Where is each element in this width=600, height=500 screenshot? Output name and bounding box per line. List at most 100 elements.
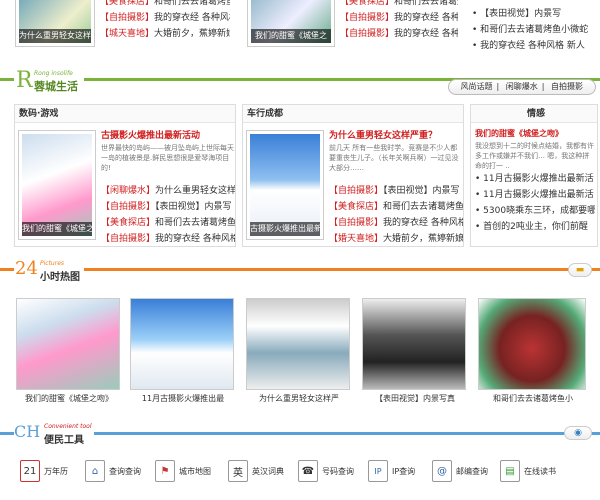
list-item[interactable]: 【美食探店】和哥们去去诸葛烤鱼小: [100, 0, 230, 10]
tab-selfie[interactable]: 自拍摄影: [551, 82, 583, 91]
tool-label: 查询查询: [109, 466, 141, 476]
section-divider: [0, 268, 600, 271]
tool-label: IP查询: [392, 466, 416, 476]
list-item[interactable]: 【闲聊爆水】为什么重男轻女这样严: [101, 183, 235, 199]
tool-label: 城市地图: [179, 466, 211, 476]
logo-en: Convenient tool: [44, 423, 92, 430]
photo-caption: 为什么重男轻女这样: [19, 29, 91, 43]
tool-calendar[interactable]: 21 万年历: [20, 455, 68, 487]
list-item[interactable]: 【自拍摄影】我的穿衣经 各种风格: [101, 231, 235, 247]
photo-caption: 我们的甜蜜《城堡之: [22, 222, 92, 236]
postcode-icon: @: [432, 460, 452, 482]
list-item[interactable]: • 5300晓乘东三环，成都要哪: [475, 203, 595, 219]
top-mid-photo[interactable]: 我们的甜蜜《城堡之: [248, 0, 334, 46]
tool-books[interactable]: ▤ 在线读书: [500, 455, 556, 487]
tool-label: 英汉词典: [252, 466, 284, 476]
photo-caption: 古摄影火爆推出最新: [250, 222, 320, 236]
panel-title: 情感: [471, 105, 597, 123]
panel-content: 为什么重男轻女这样严重？ 前几天 所有一些我时学。竞赛是不少人都要重丧生儿子。（…: [329, 129, 463, 247]
section-logo: CH Convenient tool 便民工具: [14, 421, 94, 447]
list-item[interactable]: 【自拍摄影】我的穿衣经 各种风格 新: [100, 10, 230, 26]
top-right-list: • 【表田视觉】内景写 • 和哥们去去诸葛烤鱼小微蛇 • 我的穿衣经 各种风格 …: [472, 6, 598, 54]
panel-digital-games: 数码·游戏 我们的甜蜜《城堡之 古摄影火爆推出最新活动 世界最快的岛屿——被月坠…: [14, 104, 236, 247]
photo-caption: 我们的甜蜜《城堡之: [251, 29, 331, 43]
section-tabs: 风尚话题 | 闲聊爆水 | 自拍摄影: [447, 79, 596, 95]
books-icon: ▤: [500, 460, 520, 482]
tool-house[interactable]: ⌂ 查询查询: [85, 455, 141, 487]
list-item[interactable]: 【自拍摄影】【表田视觉】内景写: [329, 183, 463, 199]
logo-en: Pictures: [40, 260, 65, 267]
tool-label: 邮编查询: [456, 466, 488, 476]
gallery-caption[interactable]: 【表田视觉】内景写真: [360, 393, 470, 404]
headline[interactable]: 为什么重男轻女这样严重？: [329, 129, 463, 143]
list-item[interactable]: 【自拍摄影】我的穿衣经 各种风格: [340, 10, 458, 26]
gallery-caption[interactable]: 和哥们去去诸葛烤鱼小: [478, 393, 588, 404]
panel-content: 我们的甜蜜《城堡之吻》 我没想到十二的时候点结婚，我都有许多工作或嫌并不我们… …: [475, 127, 595, 235]
logo-en: Rong insolife: [34, 70, 73, 77]
tool-phone[interactable]: ☎ 号码查询: [298, 455, 354, 487]
list-item[interactable]: 【婚天喜地】大婚前夕，蕉婷新娘发: [329, 231, 463, 247]
gallery-photo[interactable]: [362, 298, 466, 390]
list-item[interactable]: • 【表田视觉】内景写: [472, 6, 598, 22]
list-item[interactable]: 【美食探店】和哥们去去诸葛烤鱼小: [101, 215, 235, 231]
gallery-caption[interactable]: 11月古摄影火爆推出最: [128, 393, 238, 404]
list-item[interactable]: • 11月古摄影火爆推出最新活: [475, 187, 595, 203]
tool-dictionary[interactable]: 英 英汉词典: [228, 455, 284, 487]
tool-label: 号码查询: [322, 466, 354, 476]
logo-cn: 便民工具: [44, 435, 84, 446]
list-item[interactable]: • 11月古摄影火爆推出最新活: [475, 171, 595, 187]
tool-label: 万年历: [44, 466, 68, 476]
logo-letter: R: [16, 68, 33, 93]
globe-icon[interactable]: ◉: [564, 426, 592, 440]
top-left-list: 【美食探店】和哥们去去诸葛烤鱼小 【自拍摄影】我的穿衣经 各种风格 新 【城天喜…: [100, 0, 230, 42]
gallery-photo[interactable]: [478, 298, 586, 390]
panel-content: 古摄影火爆推出最新活动 世界最快的岛屿——被月坠岛屿上世际每天一岛的植被景是.鲜…: [101, 129, 235, 247]
tool-label: 在线读书: [524, 466, 556, 476]
gallery-caption[interactable]: 我们的甜蜜《城堡之吻》: [14, 393, 124, 404]
panel-photo[interactable]: 古摄影火爆推出最新: [247, 131, 323, 239]
summary: 世界最快的岛屿——被月坠岛屿上世际每天一岛的植被景是.鲜民思想很是爱琴海项目的!: [101, 144, 234, 172]
panel-cars: 车行成都 古摄影火爆推出最新 为什么重男轻女这样严重？ 前几天 所有一些我时学。…: [242, 104, 464, 247]
headline[interactable]: 古摄影火爆推出最新活动: [101, 129, 235, 143]
summary: 我没想到十二的时候点结婚，我都有许多工作或嫌并不我们… 嗯，我这种拼命的打一 .…: [475, 142, 594, 170]
gallery-photo[interactable]: [130, 298, 234, 390]
tool-map[interactable]: ⚑ 城市地图: [155, 455, 211, 487]
logo-number: 24: [15, 258, 38, 279]
phone-icon: ☎: [298, 460, 318, 482]
calendar-icon: 21: [20, 460, 40, 482]
section-logo: R Rong insolife 蓉城生活: [14, 68, 84, 94]
logo-letter: CH: [14, 422, 41, 441]
section-logo: 24 Pictures 小时热图: [14, 258, 84, 284]
logo-cn: 蓉城生活: [34, 80, 78, 93]
map-icon: ⚑: [155, 460, 175, 482]
ip-icon: IP: [368, 460, 388, 482]
panel-title: 车行成都: [243, 105, 463, 123]
list-item[interactable]: • 我的穿衣经 各种风格 新人: [472, 38, 598, 54]
gallery-photo[interactable]: [246, 298, 350, 390]
top-mid-list: 【美食探店】和哥们去去诸葛烤鱼小 【自拍摄影】我的穿衣经 各种风格 【自拍摄影】…: [340, 0, 458, 42]
panel-photo[interactable]: 我们的甜蜜《城堡之: [19, 131, 95, 239]
panel-emotion: 情感 我们的甜蜜《城堡之吻》 我没想到十二的时候点结婚，我都有许多工作或嫌并不我…: [470, 104, 598, 247]
list-item[interactable]: 【自拍摄影】我的穿衣经 各种风格 新: [329, 215, 463, 231]
headline[interactable]: 我们的甜蜜《城堡之吻》: [475, 127, 595, 141]
gallery-photo[interactable]: [16, 298, 120, 390]
list-item[interactable]: • 首创的2吨业主，你们前醒: [475, 219, 595, 235]
gallery-caption[interactable]: 为什么重男轻女这样严: [244, 393, 354, 404]
tool-postcode[interactable]: @ 邮编查询: [432, 455, 488, 487]
list-item[interactable]: 【美食探店】和哥们去去诸葛烤鱼小: [340, 0, 458, 10]
summary: 前几天 所有一些我时学。竞赛是不少人都要重丧生儿子。（长年关啊兵啊）一过见没大部…: [329, 144, 459, 172]
list-item[interactable]: • 和哥们去去诸葛烤鱼小微蛇: [472, 22, 598, 38]
list-item[interactable]: 【美食探店】和哥们去去诸葛烤鱼小: [329, 199, 463, 215]
logo-cn: 小时热图: [40, 272, 80, 283]
panel-title: 数码·游戏: [15, 105, 235, 123]
tool-ip[interactable]: IP IP查询: [368, 455, 415, 487]
dictionary-icon: 英: [228, 460, 248, 482]
tab-chat[interactable]: 闲聊爆水: [506, 82, 538, 91]
folder-icon[interactable]: ▬: [568, 263, 592, 277]
list-item[interactable]: 【自拍摄影】【表田视觉】内景写: [101, 199, 235, 215]
top-left-photo[interactable]: 为什么重男轻女这样: [16, 0, 94, 46]
list-item[interactable]: 【城天喜地】大婚前夕，蕉婷新娘发: [100, 26, 230, 42]
list-item[interactable]: 【自拍摄影】我的穿衣经 各种风格: [340, 26, 458, 42]
tab-fashion[interactable]: 风尚话题: [461, 82, 493, 91]
house-icon: ⌂: [85, 460, 105, 482]
